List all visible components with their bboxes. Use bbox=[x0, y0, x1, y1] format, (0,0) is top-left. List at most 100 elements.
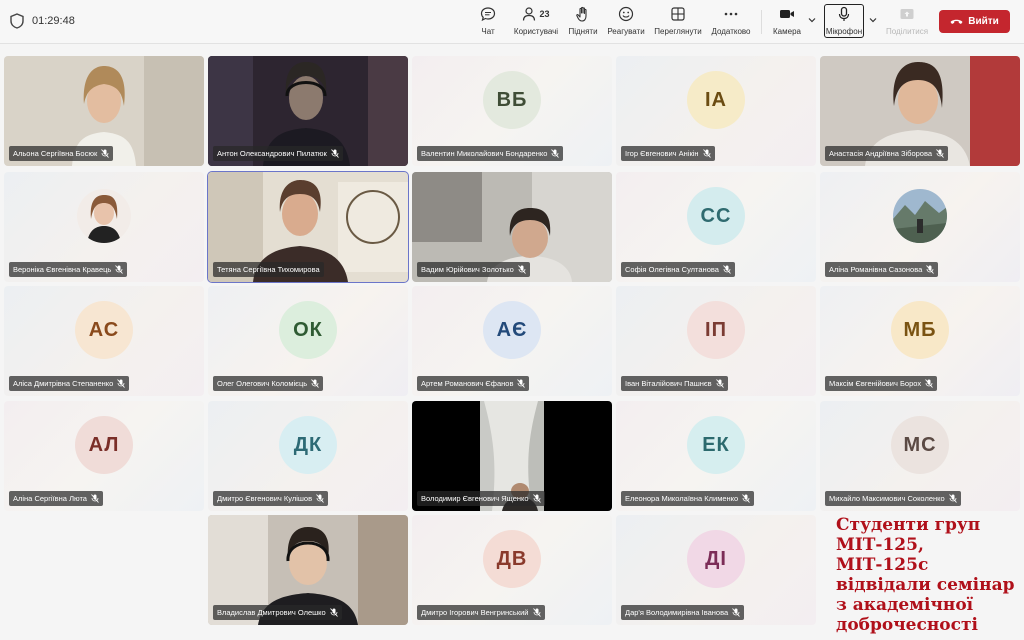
participant-tile-active-speaker[interactable]: Тетяна Сергіївна Тихомирова bbox=[207, 171, 409, 283]
participants-count: 23 bbox=[539, 9, 550, 19]
phone-hangup-icon bbox=[950, 19, 963, 24]
participant-name-tag: Вадим Юрійович Золотько bbox=[417, 262, 530, 277]
leave-label: Вийти bbox=[968, 16, 999, 27]
microphone-muted-icon bbox=[732, 608, 740, 617]
microphone-muted-icon bbox=[101, 149, 110, 158]
participant-tile[interactable]: ВБ Валентин Миколайович Бондаренко bbox=[412, 56, 612, 166]
participant-name-tag: Альона Сергіївна Босюк bbox=[9, 146, 114, 161]
raise-hand-label: Підняти bbox=[568, 27, 598, 36]
participant-tile[interactable]: ДІ Дар'я Володимирівна Іванова bbox=[616, 515, 816, 625]
meeting-toolbar: 01:29:48 Чат 23 Користувачі Підняти Реаг… bbox=[0, 0, 1024, 44]
participant-name-tag: Аліса Дмитрівна Степаненко bbox=[9, 376, 130, 391]
participant-tile[interactable]: ІА Ігор Євгенович Анікін bbox=[616, 56, 816, 166]
participant-name-tag: Аліна Романівна Сазонова bbox=[825, 262, 939, 277]
initials-avatar: АС bbox=[75, 301, 133, 359]
profile-photo bbox=[77, 189, 131, 243]
participant-tile[interactable]: Аліна Романівна Сазонова bbox=[820, 172, 1020, 282]
participants-button[interactable]: 23 Користувачі bbox=[511, 6, 561, 40]
chat-icon bbox=[480, 7, 496, 22]
camera-button[interactable]: Камера bbox=[772, 6, 802, 40]
participant-name: Олег Олегович Коломієць bbox=[217, 379, 308, 388]
more-button[interactable]: Додатково bbox=[710, 6, 752, 40]
participant-tile[interactable]: СС Софія Олегівна Султанова bbox=[616, 172, 816, 282]
chevron-down-icon[interactable] bbox=[807, 15, 817, 25]
participant-name: Антон Олександрович Пилатюк bbox=[217, 149, 327, 158]
more-label: Додатково bbox=[711, 27, 751, 36]
participant-name: Валентин Миколайович Бондаренко bbox=[421, 149, 548, 158]
participant-tile[interactable]: ДВ Дмитро Ігорович Венгринський bbox=[412, 515, 612, 625]
microphone-muted-icon bbox=[925, 379, 933, 388]
toolbar-divider bbox=[761, 10, 762, 34]
people-icon bbox=[522, 7, 536, 21]
participant-name: Анастасія Андріївна Зіборова bbox=[829, 149, 933, 158]
initials-avatar: АЛ bbox=[75, 416, 133, 474]
view-button[interactable]: Переглянути bbox=[652, 6, 704, 40]
leave-button[interactable]: Вийти bbox=[939, 10, 1010, 33]
participant-name: Михайло Максимович Соколенко bbox=[829, 494, 945, 503]
participant-name-tag: Артем Романович Єфанов bbox=[417, 376, 530, 391]
participant-name: Аліна Романівна Сазонова bbox=[829, 265, 923, 274]
participant-tile-video[interactable]: Альона Сергіївна Босюк bbox=[4, 56, 204, 166]
microphone-muted-icon bbox=[926, 265, 935, 274]
participant-name: Аліна Сергіївна Люта bbox=[13, 494, 87, 503]
participant-name-tag: Владислав Дмитрович Олешко bbox=[213, 605, 342, 620]
participant-tile[interactable]: ІП Іван Віталійович Пашнєв bbox=[616, 286, 816, 396]
participant-tile-video[interactable]: Вадим Юрійович Золотько bbox=[412, 172, 612, 282]
microphone-muted-icon bbox=[948, 494, 957, 503]
raise-hand-button[interactable]: Підняти bbox=[567, 6, 599, 40]
react-button[interactable]: Реагувати bbox=[605, 6, 647, 40]
grid-view-icon bbox=[671, 7, 685, 21]
shield-icon[interactable] bbox=[10, 13, 24, 29]
microphone-muted-icon bbox=[91, 494, 99, 503]
caption-line: відвідали семінар bbox=[836, 575, 1015, 595]
raise-hand-icon bbox=[576, 6, 587, 22]
microphone-muted-icon bbox=[117, 379, 126, 388]
participant-tile[interactable]: АЛ Аліна Сергіївна Люта bbox=[4, 401, 204, 511]
chevron-down-icon[interactable] bbox=[868, 15, 878, 25]
participants-label: Користувачі bbox=[513, 27, 559, 36]
participant-tile[interactable]: ДК Дмитро Євгенович Кулішов bbox=[208, 401, 408, 511]
participant-name: Вероніка Євгенівна Кравець bbox=[13, 265, 112, 274]
participant-tile[interactable]: ОК Олег Олегович Коломієць bbox=[208, 286, 408, 396]
participant-tile[interactable]: АЄ Артем Романович Єфанов bbox=[412, 286, 612, 396]
microphone-button[interactable]: Мікрофон bbox=[824, 6, 864, 40]
initials-avatar: АЄ bbox=[483, 301, 541, 359]
initials-avatar: ДВ bbox=[483, 530, 541, 588]
participant-name: Іван Віталійович Пашнєв bbox=[625, 379, 712, 388]
microphone-muted-icon bbox=[742, 494, 751, 503]
initials-avatar: ДК bbox=[279, 416, 337, 474]
participant-name-tag: Тетяна Сергіївна Тихомирова bbox=[213, 262, 324, 277]
microphone-muted-icon bbox=[329, 608, 338, 617]
microphone-muted-icon bbox=[115, 265, 124, 274]
participant-tile-video[interactable]: Владислав Дмитрович Олешко bbox=[208, 515, 408, 625]
participant-name: Аліса Дмитрівна Степаненко bbox=[13, 379, 114, 388]
participant-name: Вадим Юрійович Золотько bbox=[421, 265, 514, 274]
participant-tile[interactable]: ЕК Елеонора Миколаївна Клименко bbox=[616, 401, 816, 511]
participant-name: Тетяна Сергіївна Тихомирова bbox=[217, 265, 320, 274]
chat-button[interactable]: Чат bbox=[478, 6, 498, 40]
chat-label: Чат bbox=[481, 27, 495, 36]
view-label: Переглянути bbox=[654, 27, 702, 36]
microphone-label: Мікрофон bbox=[825, 27, 863, 36]
participant-name-tag: Валентин Миколайович Бондаренко bbox=[417, 146, 564, 161]
participant-name-tag: Елеонора Миколаївна Клименко bbox=[621, 491, 755, 506]
participant-name: Альона Сергіївна Босюк bbox=[13, 149, 98, 158]
profile-photo bbox=[893, 189, 947, 243]
participant-name: Володимир Євгенович Ященко bbox=[421, 494, 529, 503]
participant-tile-video[interactable]: Анастасія Андріївна Зіборова bbox=[820, 56, 1020, 166]
participant-tile[interactable]: Вероніка Євгенівна Кравець bbox=[4, 172, 204, 282]
share-icon bbox=[900, 9, 914, 19]
initials-avatar: ВБ bbox=[483, 71, 541, 129]
initials-avatar: МБ bbox=[891, 301, 949, 359]
participant-tile-video[interactable]: Володимир Євгенович Ященко bbox=[412, 401, 612, 511]
share-button[interactable]: Поділитися bbox=[883, 6, 931, 40]
caption-overlay: Студенти груп МІТ-125, МІТ-125с відвідал… bbox=[836, 515, 1022, 635]
participant-tile[interactable]: МС Михайло Максимович Соколенко bbox=[820, 401, 1020, 511]
participant-tile[interactable]: АС Аліса Дмитрівна Степаненко bbox=[4, 286, 204, 396]
participant-name-tag: Антон Олександрович Пилатюк bbox=[213, 146, 343, 161]
caption-line: з академічної bbox=[836, 595, 974, 615]
participant-tile-video[interactable]: Антон Олександрович Пилатюк bbox=[208, 56, 408, 166]
initials-avatar: ЕК bbox=[687, 416, 745, 474]
participant-tile[interactable]: МБ Максім Євгенійович Борох bbox=[820, 286, 1020, 396]
microphone-muted-icon bbox=[517, 379, 526, 388]
